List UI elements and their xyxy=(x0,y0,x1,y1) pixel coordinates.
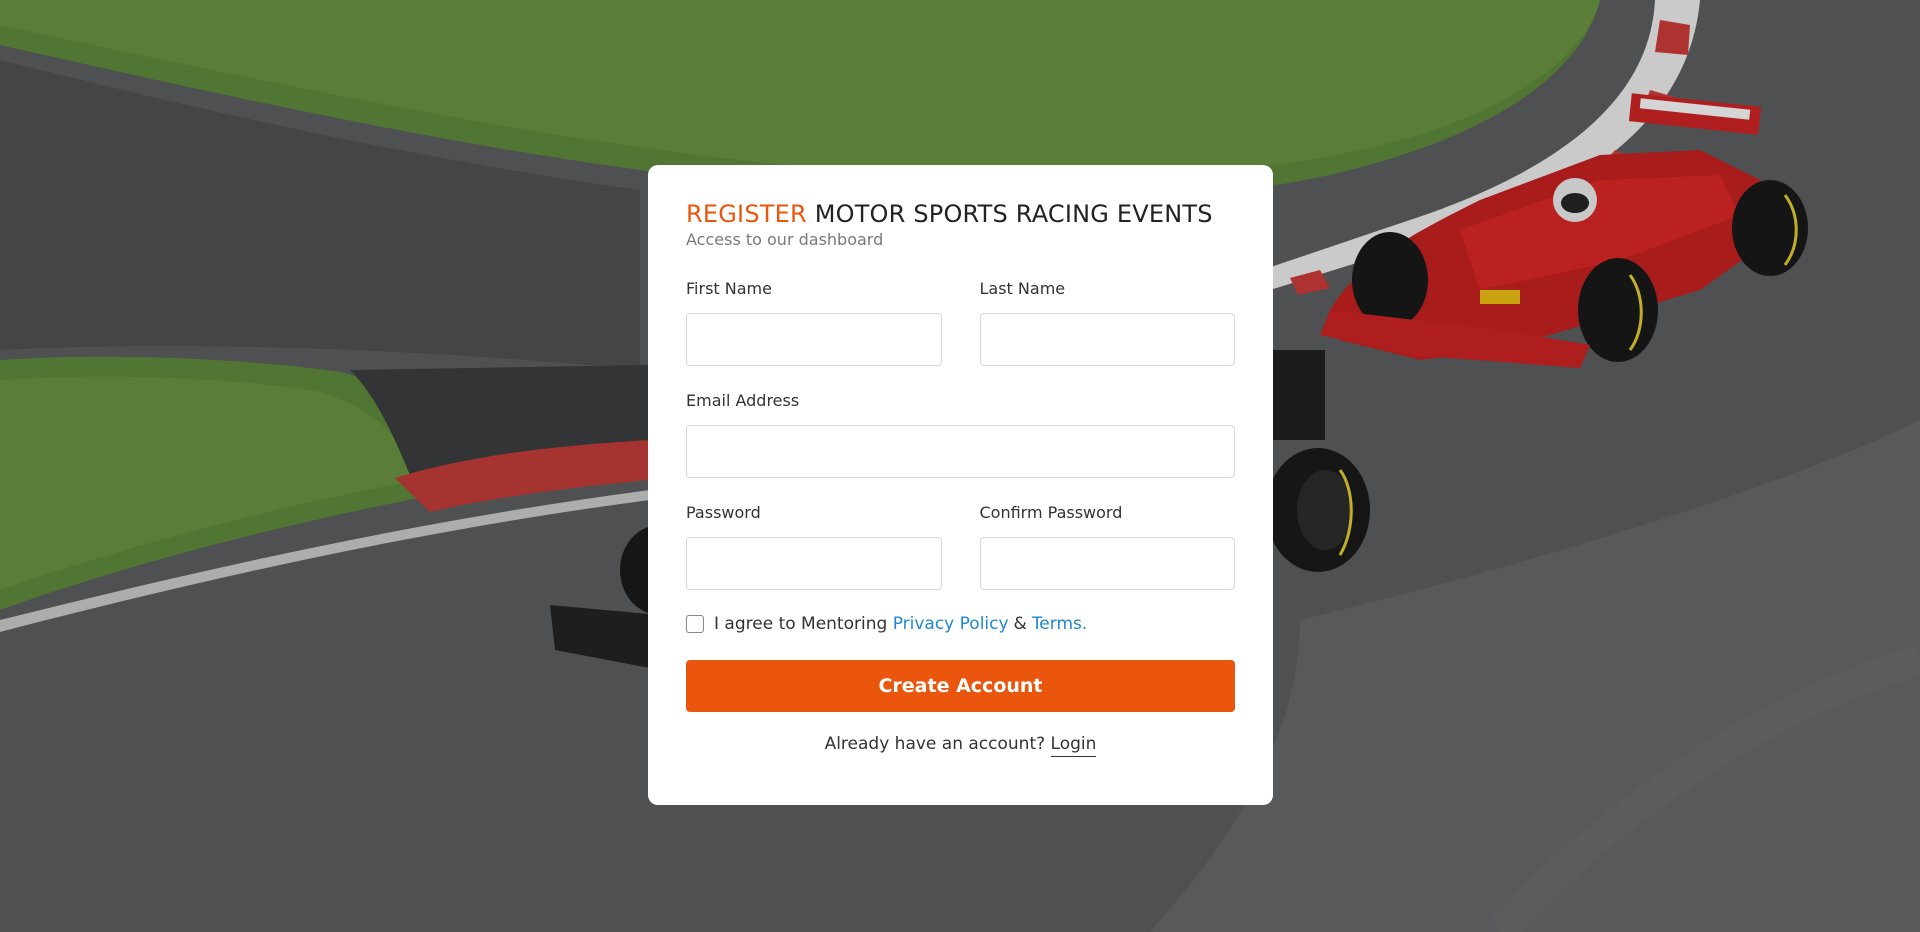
first-name-group: First Name xyxy=(686,278,942,366)
confirm-password-label: Confirm Password xyxy=(979,503,1123,522)
password-field[interactable] xyxy=(686,537,942,590)
password-label: Password xyxy=(686,503,761,522)
confirm-password-field[interactable] xyxy=(979,537,1235,590)
agree-separator: & xyxy=(1013,614,1027,634)
email-row: Email Address xyxy=(686,390,1235,478)
email-label: Email Address xyxy=(686,391,800,410)
first-name-field[interactable] xyxy=(686,313,942,366)
last-name-group: Last Name xyxy=(979,278,1235,366)
last-name-label: Last Name xyxy=(979,279,1066,298)
title-rest: MOTOR SPORTS RACING EVENTS xyxy=(814,200,1213,228)
login-prompt-line: Already have an account? Login xyxy=(686,734,1235,757)
agree-text: I agree to Mentoring xyxy=(714,614,888,634)
email-field[interactable] xyxy=(686,425,1235,478)
page-subtitle: Access to our dashboard xyxy=(686,230,884,249)
title-accent: REGISTER xyxy=(686,200,807,228)
login-prompt-text: Already have an account? xyxy=(824,734,1046,754)
password-row: Password Confirm Password xyxy=(686,502,1235,590)
create-account-button[interactable]: Create Account xyxy=(686,660,1235,712)
confirm-password-group: Confirm Password xyxy=(979,502,1235,590)
name-row: First Name Last Name xyxy=(686,278,1235,366)
email-group: Email Address xyxy=(686,390,1235,478)
agree-checkbox[interactable] xyxy=(686,615,704,633)
register-card: REGISTER MOTOR SPORTS RACING EVENTS Acce… xyxy=(648,165,1273,805)
terms-agreement: I agree to Mentoring Privacy Policy & Term… xyxy=(686,612,1235,636)
terms-link[interactable]: Terms. xyxy=(1032,614,1087,634)
last-name-field[interactable] xyxy=(979,313,1235,366)
privacy-policy-link[interactable]: Privacy Policy xyxy=(893,614,1009,634)
login-link[interactable]: Login xyxy=(1050,734,1097,757)
first-name-label: First Name xyxy=(686,279,772,298)
password-group: Password xyxy=(686,502,942,590)
page-title: REGISTER MOTOR SPORTS RACING EVENTS xyxy=(686,199,1235,229)
